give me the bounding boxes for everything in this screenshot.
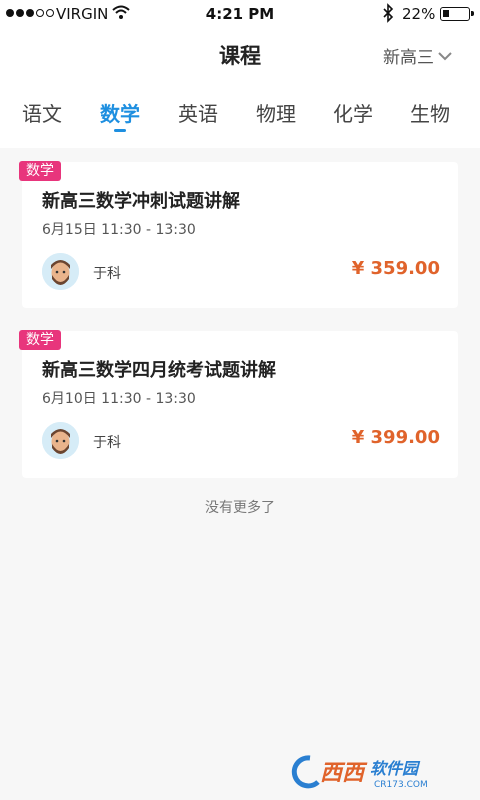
- tab-chinese[interactable]: 语文: [12, 98, 72, 127]
- tab-biology[interactable]: 生物: [400, 98, 460, 127]
- teacher-name: 于科: [93, 266, 121, 282]
- svg-text:西西: 西西: [320, 761, 368, 786]
- tab-chemistry[interactable]: 化学: [323, 98, 383, 127]
- grade-selector[interactable]: 新高三: [383, 43, 452, 68]
- bluetooth-icon: [382, 3, 394, 27]
- subject-tag: 数学: [19, 161, 61, 181]
- status-bar: VIRGIN 4:21 PM 22%: [0, 0, 480, 28]
- tab-physics[interactable]: 物理: [246, 98, 306, 127]
- watermark-logo: 西西 软件园 CR173.COM: [288, 752, 458, 792]
- course-card[interactable]: 数学 新高三数学冲刺试题讲解 6月15日 11:30 - 13:30 于科 ¥ …: [19, 161, 458, 308]
- battery-percent: 22%: [402, 5, 436, 23]
- teacher-name: 于科: [93, 435, 121, 451]
- svg-text:软件园: 软件园: [370, 759, 421, 778]
- course-card[interactable]: 数学 新高三数学四月统考试题讲解 6月10日 11:30 - 13:30 于科 …: [19, 330, 458, 478]
- course-time: 6月10日 11:30 - 13:30: [42, 391, 196, 407]
- svg-text:CR173.COM: CR173.COM: [374, 780, 428, 790]
- course-title: 新高三数学冲刺试题讲解: [42, 191, 240, 212]
- tab-english[interactable]: 英语: [168, 98, 228, 127]
- list-end-text: 没有更多了: [205, 500, 275, 516]
- course-time: 6月15日 11:30 - 13:30: [42, 222, 196, 238]
- tab-math[interactable]: 数学: [90, 98, 150, 132]
- grade-selector-label: 新高三: [383, 48, 434, 68]
- course-price: ¥ 399.00: [351, 427, 440, 448]
- subject-tabs: 语文 数学 英语 物理 化学 生物: [0, 98, 480, 138]
- course-price: ¥ 359.00: [351, 258, 440, 279]
- chevron-down-icon: [438, 51, 452, 61]
- teacher-avatar: [42, 253, 79, 290]
- battery-icon: [440, 7, 474, 21]
- active-tab-indicator: [114, 129, 126, 132]
- course-title: 新高三数学四月统考试题讲解: [42, 360, 276, 381]
- teacher-avatar: [42, 422, 79, 459]
- subject-tag: 数学: [19, 330, 61, 350]
